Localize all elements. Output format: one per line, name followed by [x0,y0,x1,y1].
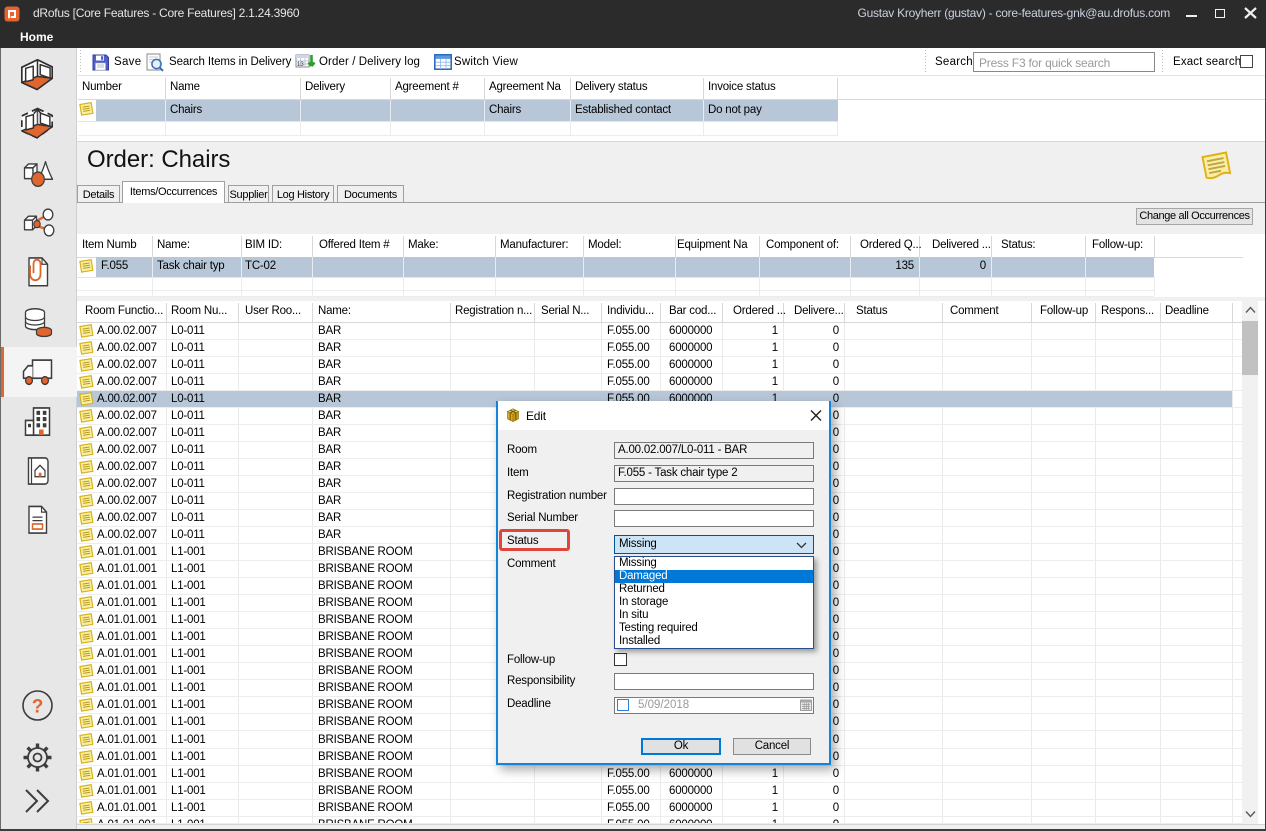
svg-text:?: ? [32,697,44,718]
svg-text:13: 13 [297,62,304,68]
